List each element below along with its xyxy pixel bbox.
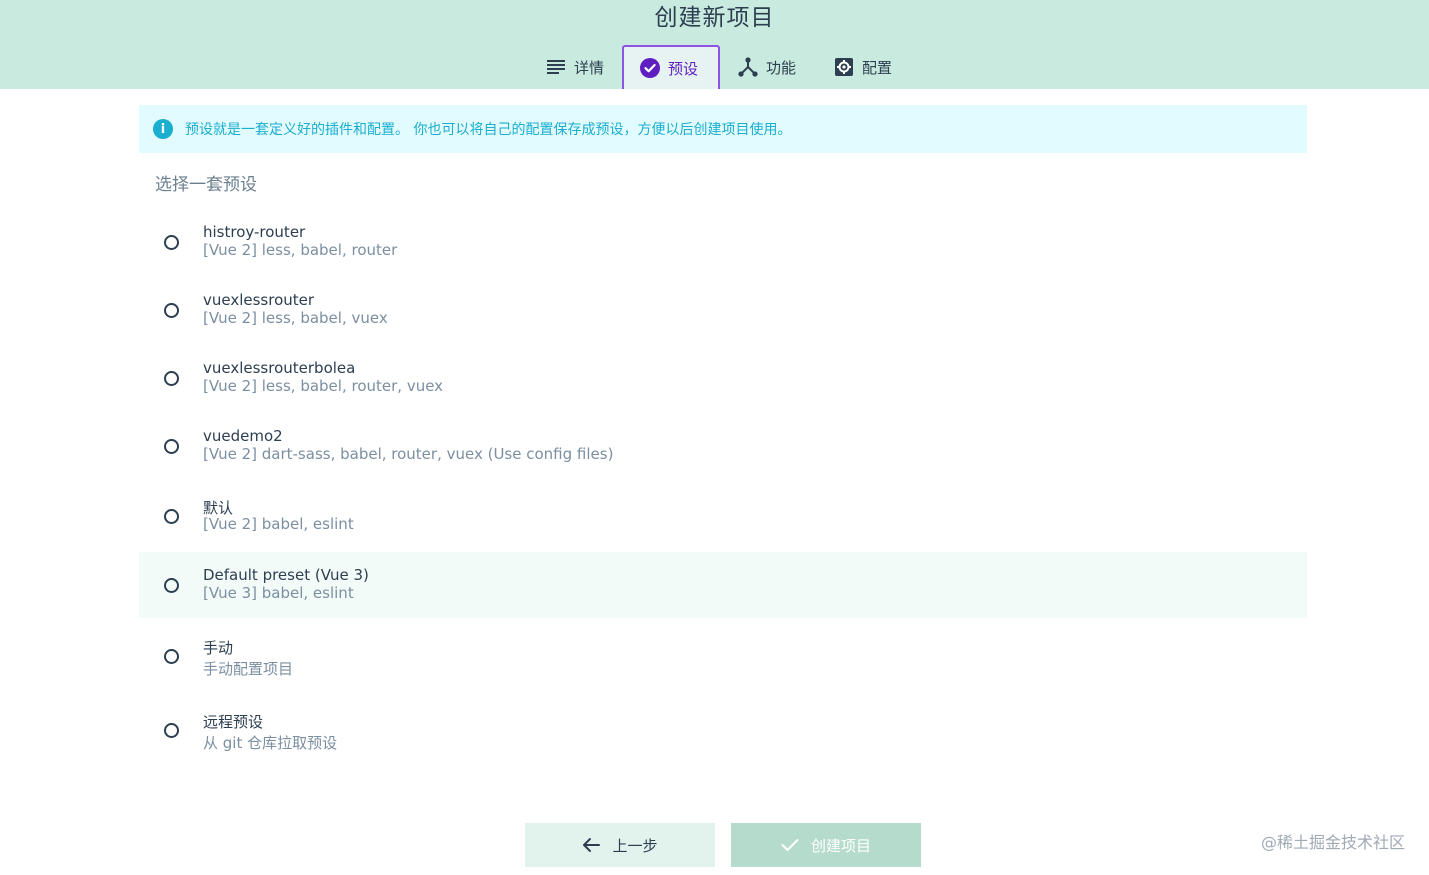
preset-option[interactable]: 手动 手动配置项目 [139,623,1307,689]
tab-label: 功能 [766,58,797,77]
preset-name: vuedemo2 [203,427,283,445]
settings-icon [834,57,854,77]
preset-description: [Vue 2] less, babel, vuex [203,309,388,327]
radio-button[interactable] [164,649,179,664]
preset-option[interactable]: histroy-router [Vue 2] less, babel, rout… [139,209,1307,275]
preset-option[interactable]: vuexlessrouter [Vue 2] less, babel, vuex [139,277,1307,343]
preset-description: [Vue 2] dart-sass, babel, router, vuex (… [203,445,614,463]
radio-button[interactable] [164,723,179,738]
radio-button[interactable] [164,509,179,524]
page-title: 创建新项目 [654,5,775,31]
tab-label: 预设 [668,59,699,78]
preset-description: [Vue 2] babel, eslint [203,515,354,533]
check-circle-icon [640,58,660,78]
section-title: 选择一套预设 [155,175,257,195]
previous-button-label: 上一步 [612,836,658,855]
preset-name: Default preset (Vue 3) [203,566,369,584]
preset-option[interactable]: 默认 [Vue 2] babel, eslint [139,483,1307,549]
preset-description: 手动配置项目 [203,660,294,678]
check-icon [781,838,799,852]
preset-name: vuexlessrouter [203,291,315,309]
radio-button[interactable] [164,371,179,386]
preset-option[interactable]: 远程预设 从 git 仓库拉取预设 [139,697,1307,763]
previous-button[interactable]: 上一步 [525,823,715,867]
preset-description: [Vue 2] less, babel, router [203,241,398,259]
radio-button[interactable] [164,303,179,318]
preset-name: histroy-router [203,223,306,241]
preset-option[interactable]: Default preset (Vue 3) [Vue 3] babel, es… [139,552,1307,618]
info-icon: i [153,119,173,139]
preset-description: 从 git 仓库拉取预设 [203,734,338,752]
preset-name: vuexlessrouterbolea [203,359,356,377]
tab-details[interactable]: 详情 [534,45,618,89]
preset-option[interactable]: vuexlessrouterbolea [Vue 2] less, babel,… [139,345,1307,411]
tab-bar: 详情 预设 功能 配置 [534,45,912,89]
tab-config[interactable]: 配置 [822,45,908,89]
tab-label: 详情 [574,58,605,77]
tab-features[interactable]: 功能 [726,45,812,89]
fork-icon [738,57,758,77]
preset-name: 手动 [203,639,234,657]
list-icon [546,57,566,77]
create-project-button[interactable]: 创建项目 [731,823,921,867]
create-project-button-label: 创建项目 [810,836,871,855]
radio-button[interactable] [164,578,179,593]
radio-button[interactable] [164,235,179,250]
radio-button[interactable] [164,439,179,454]
arrow-left-icon [582,837,601,853]
header: 创建新项目 详情 预设 功能 配置 [0,0,1429,89]
preset-description: [Vue 3] babel, eslint [203,584,354,602]
watermark: @稀土掘金技术社区 [1260,833,1405,852]
preset-option[interactable]: vuedemo2 [Vue 2] dart-sass, babel, route… [139,413,1307,479]
info-text: 预设就是一套定义好的插件和配置。 你也可以将自己的配置保存成预设，方便以后创建项… [185,122,792,138]
preset-name: 远程预设 [203,713,264,731]
preset-description: [Vue 2] less, babel, router, vuex [203,377,444,395]
tab-presets[interactable]: 预设 [622,45,720,89]
info-banner: i 预设就是一套定义好的插件和配置。 你也可以将自己的配置保存成预设，方便以后创… [139,105,1307,153]
tab-label: 配置 [862,58,893,77]
